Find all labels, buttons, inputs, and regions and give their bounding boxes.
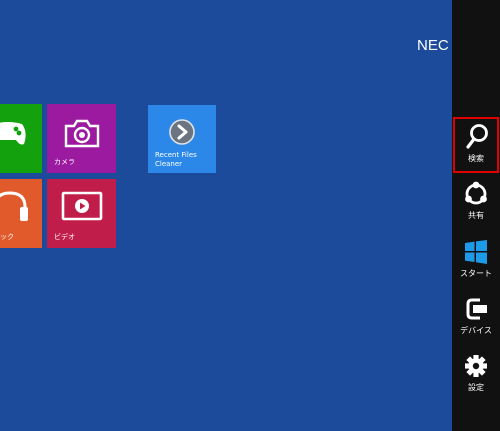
charm-label: スタート — [460, 269, 492, 278]
camera-icon — [64, 118, 100, 152]
tile-music[interactable]: ック — [0, 179, 42, 248]
charm-label: 検索 — [468, 154, 484, 163]
user-name[interactable]: NEC — [417, 37, 449, 54]
video-icon — [61, 191, 103, 227]
tile-video[interactable]: ビデオ — [47, 179, 116, 248]
tile-label: Recent Files Cleaner — [155, 151, 197, 169]
charms-bar: 検索 共有 スタート デバイス 設定 — [452, 0, 500, 431]
charm-label: 設定 — [468, 383, 484, 392]
charm-devices[interactable]: デバイス — [452, 289, 500, 345]
tile-recent-files-cleaner[interactable]: Recent Files Cleaner — [148, 105, 216, 173]
start-screen: NEC カメラ ック ビデオ Recent Files Cleaner — [0, 0, 452, 431]
tile-label: ック — [0, 233, 14, 241]
tile-games[interactable] — [0, 104, 42, 173]
charm-start[interactable]: スタート — [452, 232, 500, 288]
charm-label: 共有 — [468, 211, 484, 220]
charm-label: デバイス — [460, 326, 492, 335]
tile-label-line1: Recent Files — [155, 151, 197, 159]
headphones-icon — [0, 189, 30, 227]
tile-label-line2: Cleaner — [155, 160, 183, 168]
tile-label: カメラ — [54, 158, 75, 166]
gamepad-icon — [0, 118, 28, 152]
arrow-right-circle-icon — [169, 119, 195, 149]
tile-camera[interactable]: カメラ — [47, 104, 116, 173]
tile-label: ビデオ — [54, 233, 75, 241]
charm-settings[interactable]: 設定 — [452, 346, 500, 402]
charm-share[interactable]: 共有 — [452, 174, 500, 230]
charm-search[interactable]: 検索 — [453, 117, 499, 173]
